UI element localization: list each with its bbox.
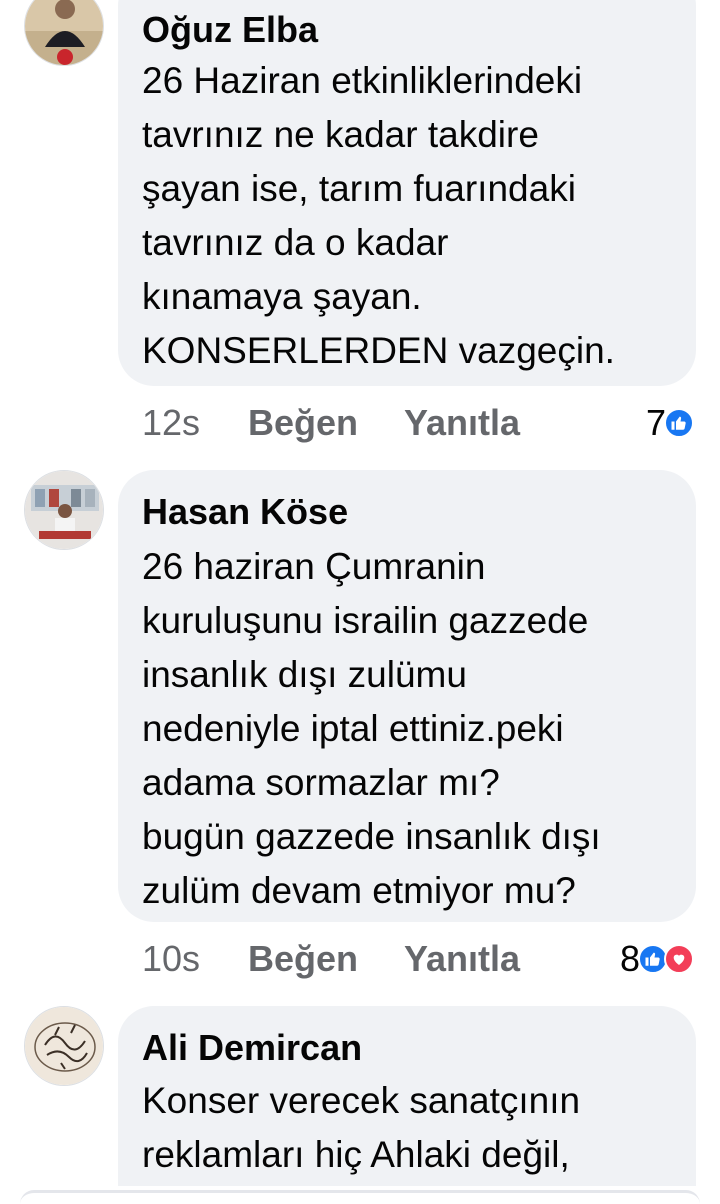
comment-bubble: Hasan Köse 26 haziran Çumranin kuruluşun… bbox=[118, 470, 696, 922]
comment-text-line: KONSERLERDEN vazgeçin. bbox=[142, 330, 615, 371]
comment-text-line: bugün gazzede insanlık dışı bbox=[142, 816, 601, 857]
comment-text-line: 26 Haziran etkinliklerindeki bbox=[142, 60, 583, 101]
comment-text: 26 haziran Çumranin kuruluşunu israilin … bbox=[142, 540, 674, 918]
comment-text-line: şayan ise, tarım fuarındaki bbox=[142, 168, 576, 209]
comment-text: Konser verecek sanatçının reklamları hiç… bbox=[142, 1074, 674, 1182]
comment-author[interactable]: Hasan Köse bbox=[142, 490, 674, 534]
comment-text-line: adama sormazlar mı? bbox=[142, 762, 500, 803]
like-icon bbox=[664, 408, 694, 438]
comment-bubble: Ali Demircan Konser verecek sanatçının r… bbox=[118, 1006, 696, 1204]
comment-bubble: Oğuz Elba 26 Haziran etkinliklerindeki t… bbox=[118, 0, 696, 386]
comment-author[interactable]: Ali Demircan bbox=[142, 1026, 674, 1070]
comment-text-line: insanlık dışı zulümu bbox=[142, 654, 467, 695]
avatar[interactable] bbox=[24, 0, 104, 66]
comment-actions: 10s Beğen Yanıtla 8 bbox=[142, 934, 702, 984]
comment-text-line: kınamaya şayan. bbox=[142, 276, 422, 317]
reaction-count: 7 bbox=[645, 402, 666, 443]
comment-timestamp[interactable]: 10s bbox=[142, 934, 200, 984]
comment-text-line: tavrınız da o kadar bbox=[142, 222, 449, 263]
love-icon bbox=[664, 944, 694, 974]
reply-button[interactable]: Yanıtla bbox=[404, 398, 520, 448]
reactions-summary[interactable]: 7 bbox=[646, 398, 694, 448]
avatar[interactable] bbox=[24, 470, 104, 550]
composer-bar bbox=[20, 1190, 700, 1204]
comment-text-line: tavrınız ne kadar takdire bbox=[142, 114, 539, 155]
reaction-count: 8 bbox=[619, 938, 640, 979]
reactions-summary[interactable]: 8 bbox=[620, 934, 694, 984]
comment-composer-edge bbox=[0, 1186, 720, 1204]
comment-text-line: reklamları hiç Ahlaki değil, bbox=[142, 1134, 570, 1175]
comment-timestamp[interactable]: 12s bbox=[142, 398, 200, 448]
comment-actions: 12s Beğen Yanıtla 7 bbox=[142, 398, 702, 448]
reply-button[interactable]: Yanıtla bbox=[404, 934, 520, 984]
comment-text-line: zulüm devam etmiyor mu? bbox=[142, 870, 576, 911]
comment-text-line: kuruluşunu israilin gazzede bbox=[142, 600, 589, 641]
comment-author[interactable]: Oğuz Elba bbox=[142, 8, 674, 52]
like-button[interactable]: Beğen bbox=[248, 934, 358, 984]
like-button[interactable]: Beğen bbox=[248, 398, 358, 448]
comment-text-line: 26 haziran Çumranin bbox=[142, 546, 486, 587]
avatar[interactable] bbox=[24, 1006, 104, 1086]
comment-text-line: nedeniyle iptal ettiniz.peki bbox=[142, 708, 564, 749]
comment-text: 26 Haziran etkinliklerindeki tavrınız ne… bbox=[142, 54, 674, 378]
comment-text-line: Konser verecek sanatçının bbox=[142, 1080, 581, 1121]
